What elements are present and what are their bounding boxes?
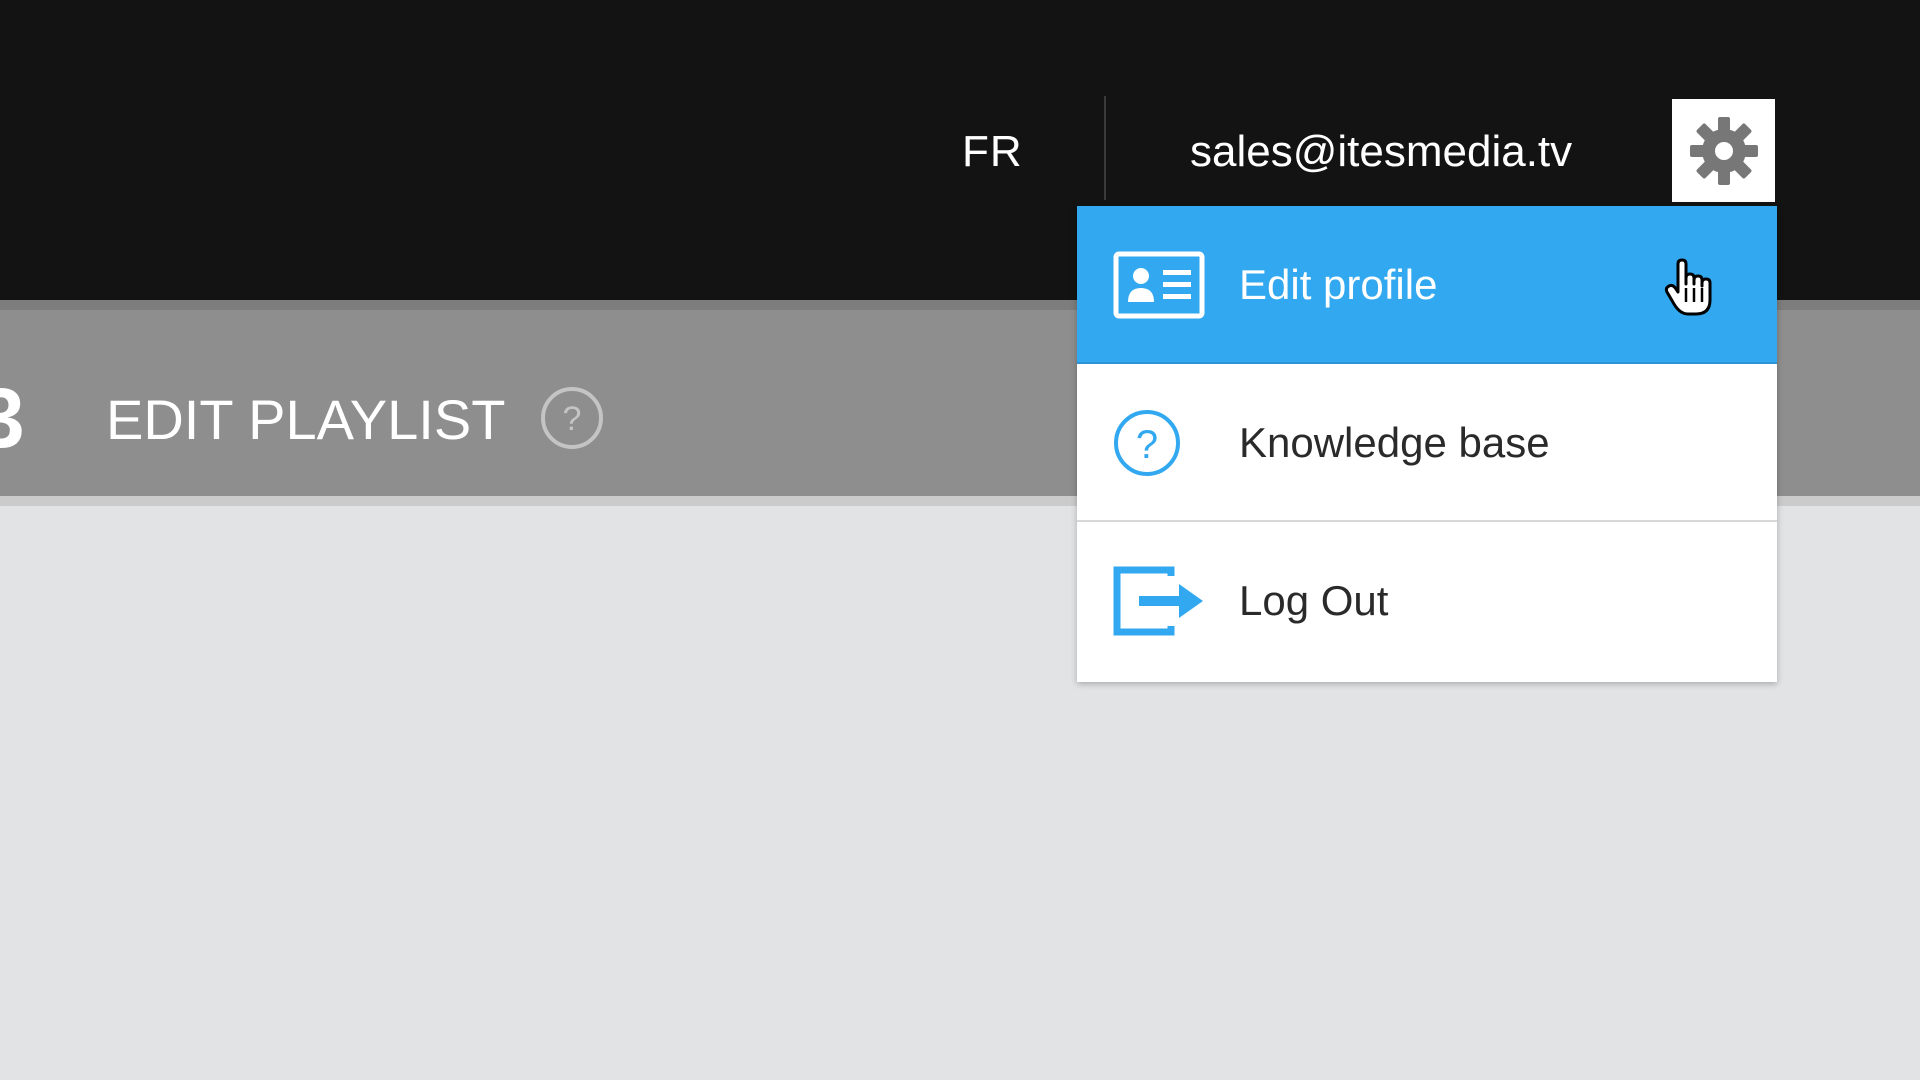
id-card-icon bbox=[1113, 251, 1205, 319]
menu-item-log-out[interactable]: Log Out bbox=[1077, 522, 1777, 682]
step-number: 3 bbox=[0, 371, 25, 465]
svg-text:?: ? bbox=[1136, 423, 1158, 467]
help-icon[interactable]: ? bbox=[540, 386, 604, 450]
settings-button[interactable] bbox=[1672, 99, 1775, 202]
page-title: EDIT PLAYLIST bbox=[106, 388, 506, 451]
menu-item-label: Log Out bbox=[1239, 577, 1389, 624]
menu-item-knowledge-base[interactable]: ? Knowledge base bbox=[1077, 364, 1777, 522]
hand-cursor-icon bbox=[1664, 258, 1712, 316]
logout-icon bbox=[1113, 566, 1203, 636]
page: FR sales@itesmedia.tv 3 EDIT PLAYLIST ? … bbox=[0, 0, 1920, 1080]
user-email[interactable]: sales@itesmedia.tv bbox=[1190, 122, 1572, 182]
menu-item-label: Edit profile bbox=[1239, 261, 1438, 308]
question-circle-icon: ? bbox=[1114, 410, 1180, 476]
menu-item-label: Knowledge base bbox=[1239, 419, 1550, 466]
language-switch-button[interactable]: FR bbox=[962, 122, 1023, 182]
gear-icon bbox=[1689, 116, 1758, 185]
header-divider bbox=[1104, 96, 1106, 200]
svg-text:?: ? bbox=[563, 400, 582, 438]
